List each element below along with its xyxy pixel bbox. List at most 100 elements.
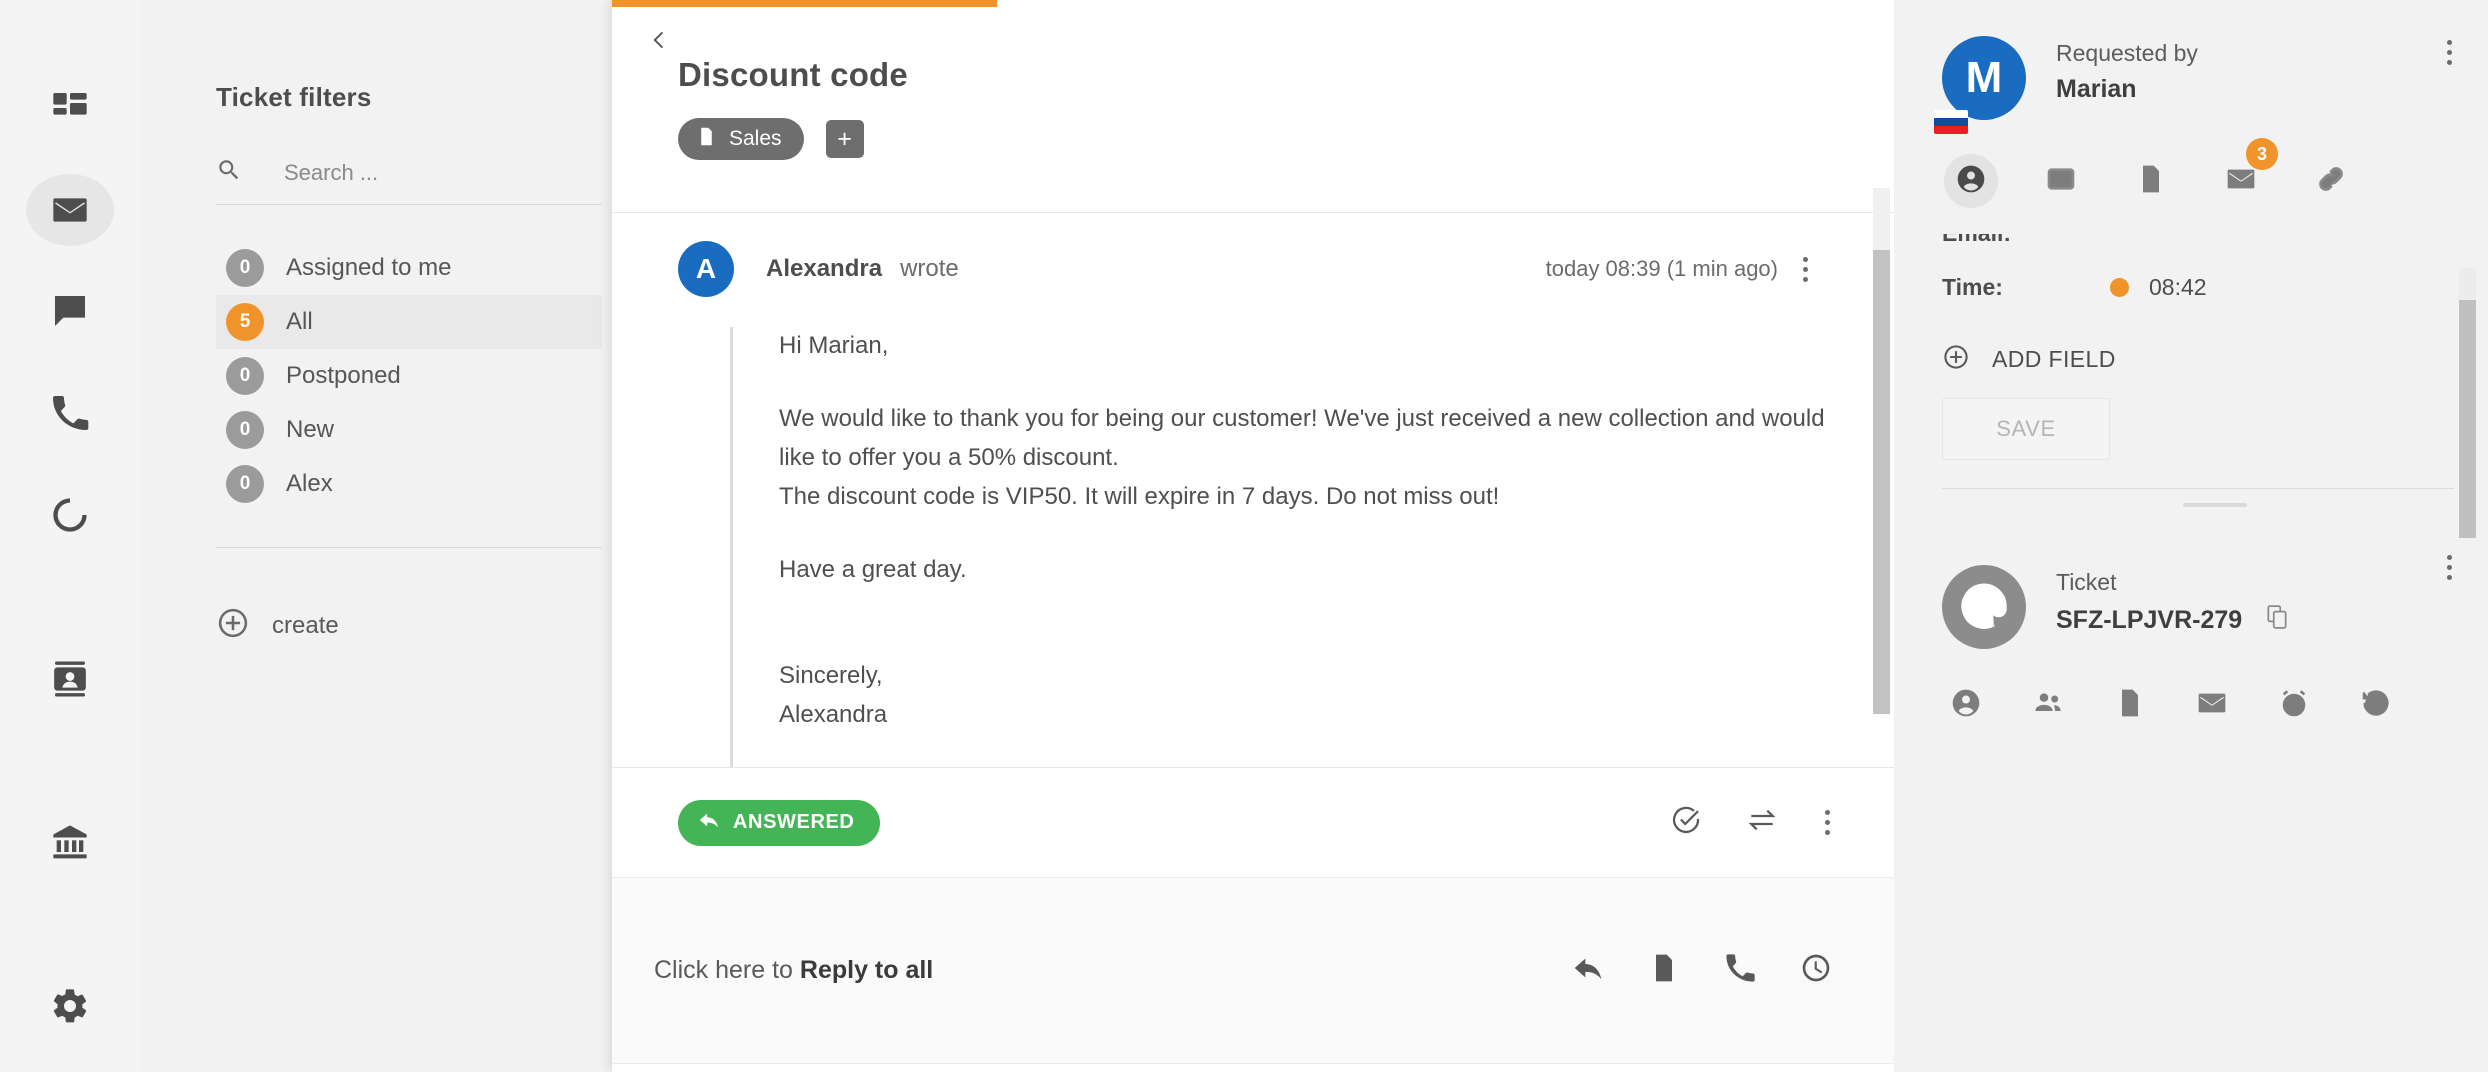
reply-actions [1572, 952, 1832, 989]
tab-customer-profile[interactable] [1944, 154, 1998, 208]
rail-item-phone[interactable] [26, 377, 114, 449]
phone-icon[interactable] [1724, 952, 1756, 989]
filter-label: Postponed [286, 362, 401, 389]
rail-item-overviews[interactable] [26, 173, 114, 246]
filter-item-assigned-to-me[interactable]: 0 Assigned to me [216, 241, 602, 295]
tab-tickets[interactable] [2034, 154, 2088, 208]
article-body: Hi Marian, We would like to thank you fo… [730, 327, 1850, 768]
ticket-tab-history[interactable] [2354, 683, 2398, 727]
filter-item-alex[interactable]: 0 Alex [216, 457, 602, 511]
ticket-tab-icons [1942, 683, 2488, 727]
page-title: Discount code [678, 56, 908, 93]
article-more-menu-icon[interactable] [1822, 810, 1832, 836]
article-header: A Alexandra wrote today 08:39 (1 min ago… [612, 241, 1894, 297]
filter-item-all[interactable]: 5 All [216, 295, 602, 349]
article-footer: ANSWERED [612, 767, 1894, 878]
add-field-button[interactable]: ADD FIELD [1942, 343, 2488, 376]
filter-label: Alex [286, 470, 333, 497]
ticket-card: Ticket SFZ-LPJVR-279 [1942, 529, 2488, 727]
reply-box[interactable]: Click here to Reply to all [612, 877, 1894, 1065]
rail-item-knowledge-base[interactable] [26, 479, 114, 551]
file-icon [2114, 687, 2146, 724]
search-input[interactable] [284, 159, 584, 186]
rail-item-dashboard[interactable] [26, 72, 114, 144]
customer-menu-icon[interactable] [2444, 40, 2454, 65]
ticket-menu-icon[interactable] [2444, 555, 2454, 580]
status-dot-icon [2110, 278, 2129, 297]
ticket-filters-panel: Ticket filters 0 Assigned to me 5 All 0 … [140, 0, 612, 1072]
article-area: A Alexandra wrote today 08:39 (1 min ago… [612, 213, 1894, 1065]
swap-arrows-icon[interactable] [1746, 804, 1778, 841]
save-button[interactable]: SAVE [1942, 398, 2110, 460]
ticket-tab-customer[interactable] [1944, 683, 1988, 727]
note-icon[interactable] [1648, 952, 1680, 989]
reply-icon[interactable] [1572, 952, 1604, 989]
helpdesk-app: Ticket filters 0 Assigned to me 5 All 0 … [0, 0, 2488, 1072]
clock-icon[interactable] [1800, 952, 1832, 989]
country-flag-icon [1934, 110, 1968, 134]
ticket-tab-notes[interactable] [2108, 683, 2152, 727]
ticket-tab-reminder[interactable] [2272, 683, 2316, 727]
history-icon [2360, 687, 2392, 724]
sidebar-resize-grip[interactable] [2183, 503, 2247, 507]
copy-icon[interactable] [2264, 604, 2290, 637]
ticket-card-header: Ticket SFZ-LPJVR-279 [1942, 529, 2488, 649]
customer-header: M Requested by Marian [1934, 0, 2488, 134]
customer-avatar[interactable]: M [1934, 36, 2026, 134]
rail-item-settings[interactable] [26, 970, 114, 1042]
tab-links[interactable] [2304, 154, 2358, 208]
filter-label: Assigned to me [286, 254, 452, 281]
tab-emails[interactable]: 3 [2214, 138, 2278, 208]
mail-icon [2225, 163, 2257, 200]
field-email: Email: [1942, 234, 2488, 247]
ticket-tab-email[interactable] [2190, 683, 2234, 727]
add-field-label: ADD FIELD [1992, 346, 2116, 372]
sidebar-scrollbar-thumb[interactable] [2459, 300, 2476, 538]
field-value: 08:42 [2149, 274, 2207, 300]
chevron-left-icon [649, 29, 671, 56]
filter-item-postponed[interactable]: 0 Postponed [216, 349, 602, 403]
filter-count-badge: 0 [226, 249, 264, 287]
filter-count-badge: 0 [226, 411, 264, 449]
add-tag-button[interactable]: + [825, 120, 864, 158]
rail-item-organizations[interactable] [26, 807, 114, 879]
article-scrollbar-thumb[interactable] [1873, 250, 1890, 714]
tag-label: Sales [729, 127, 782, 150]
ticket-number: SFZ-LPJVR-279 [2056, 606, 2243, 634]
rail-item-customer-chat[interactable] [26, 643, 114, 715]
ticket-card-label: Ticket [2056, 569, 2117, 595]
email-field-clipped: Email: [1942, 234, 2488, 248]
answered-state-button[interactable]: ANSWERED [678, 799, 881, 846]
customer-tab-icons: 3 [1942, 138, 2488, 208]
reply-hint-link[interactable]: Reply to all [800, 956, 933, 984]
loading-progress-bar [612, 0, 997, 7]
filter-count-badge: 0 [226, 465, 264, 503]
article-line: Have a great day. [779, 555, 967, 583]
check-circle-icon[interactable] [1670, 804, 1702, 841]
create-filter-button[interactable]: create [216, 606, 612, 645]
plus-circle-icon [216, 606, 250, 645]
person-icon [1955, 163, 1987, 200]
search-icon [216, 157, 242, 188]
article-line: The discount code is VIP50. It will expi… [779, 482, 1500, 510]
file-icon [2135, 163, 2167, 200]
at-sign-icon [1958, 581, 2010, 633]
tag-sales[interactable]: Sales [678, 118, 804, 160]
search-row[interactable] [216, 157, 602, 205]
mail-icon [2196, 687, 2228, 724]
filter-label: New [286, 416, 335, 443]
ticket-avatar [1942, 565, 2026, 649]
article-line: Alexandra [779, 701, 888, 729]
back-button[interactable] [640, 22, 680, 62]
chat-bubble-icon [50, 291, 90, 331]
article-menu-icon[interactable] [1800, 256, 1810, 282]
article-blank-line [779, 366, 1850, 400]
filter-item-new[interactable]: 0 New [216, 403, 602, 457]
bank-icon [50, 822, 90, 862]
rail-item-chat[interactable] [26, 276, 114, 348]
tab-notes[interactable] [2124, 154, 2178, 208]
customer-role-label: Requested by [2056, 40, 2198, 66]
filter-label: All [286, 308, 313, 335]
ticket-tab-group[interactable] [2026, 683, 2070, 727]
dashboard-icon [50, 88, 90, 128]
